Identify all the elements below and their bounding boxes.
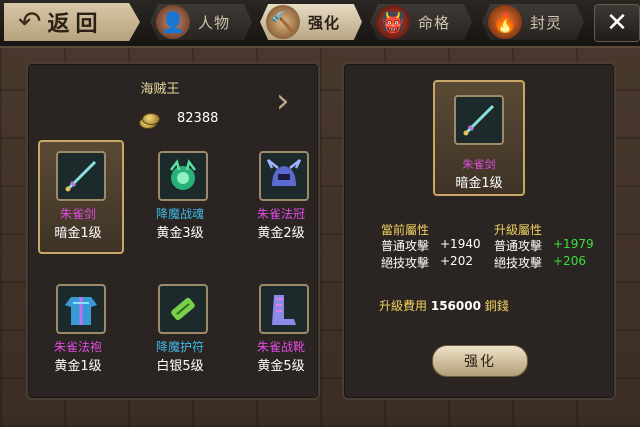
- cost-label: 升級費用: [379, 299, 428, 313]
- item-grade: 暗金1级: [54, 226, 102, 241]
- fire-sword-icon: 🔥: [488, 5, 522, 39]
- equipment-slot[interactable]: 朱雀战靴 黄金5级: [233, 278, 325, 386]
- item-name: 朱雀剑: [59, 207, 96, 221]
- enhance-button[interactable]: 强化: [432, 345, 528, 377]
- item-grade: 白银5级: [156, 359, 204, 374]
- equipment-slot[interactable]: 降魔战魂 黄金3级: [132, 145, 224, 253]
- close-icon: ✕: [606, 8, 628, 38]
- sword-icon: [56, 151, 106, 201]
- robe-icon: [56, 284, 106, 334]
- selected-item-grade: 暗金1级: [455, 176, 503, 191]
- enhance-button-label: 强化: [464, 354, 496, 370]
- item-name: 朱雀法冠: [256, 207, 305, 221]
- selected-item-name: 朱雀剑: [462, 158, 496, 171]
- tab-seal-spirit[interactable]: 🔥 封灵: [482, 4, 584, 40]
- item-grade: 黄金2级: [257, 226, 305, 241]
- player-name: 海贼王: [140, 82, 180, 97]
- tab-label: 强化: [308, 13, 341, 32]
- close-button[interactable]: ✕: [594, 4, 640, 42]
- next-page-chevron-icon[interactable]: ›: [276, 84, 296, 120]
- tab-enhance[interactable]: 🔨 强化: [260, 4, 362, 40]
- current-attr-value: +202: [440, 254, 473, 268]
- item-name: 朱雀战靴: [256, 340, 305, 354]
- item-grade: 黄金1级: [54, 359, 102, 374]
- boots-icon: [259, 284, 309, 334]
- item-grade: 黄金3级: [156, 226, 204, 241]
- current-attr-header: 當前屬性: [381, 223, 430, 237]
- upgrade-attr-value: +1979: [553, 237, 594, 251]
- equipment-slot[interactable]: 降魔护符 白银5级: [132, 278, 224, 386]
- equipment-slot[interactable]: 朱雀法冠 黄金2级: [233, 145, 325, 253]
- tab-character[interactable]: 👤 人物: [150, 4, 252, 40]
- cost-value: 156000: [430, 299, 481, 313]
- tab-destiny[interactable]: 👹 命格: [370, 4, 472, 40]
- tab-label: 封灵: [530, 13, 563, 32]
- equipment-slot[interactable]: 朱雀剑 暗金1级: [30, 140, 124, 254]
- upgrade-attr-value: +206: [553, 254, 586, 268]
- selected-item-card: 朱雀剑 暗金1级: [433, 80, 525, 196]
- current-attr-label: 絕技攻擊: [381, 256, 430, 270]
- copper-amount: 82388: [177, 111, 219, 126]
- item-name: 降魔护符: [155, 340, 204, 354]
- item-name: 朱雀法袍: [53, 340, 102, 354]
- current-attr-label: 普通攻擊: [381, 239, 430, 253]
- back-arrow-icon: ↶: [18, 5, 42, 38]
- current-attr-value: +1940: [440, 237, 481, 251]
- top-bar: ↶ 返回 👤 人物 🔨 强化 👹 命格 🔥 封灵 ✕: [0, 0, 640, 48]
- helmet-icon: [259, 151, 309, 201]
- talisman-scroll-icon: [158, 284, 208, 334]
- spirit-orb-icon: [158, 151, 208, 201]
- upgrade-cost: 升級費用 156000 銅錢: [379, 297, 509, 314]
- tab-label: 人物: [198, 13, 231, 32]
- upgrade-attr-header: 升級屬性: [494, 223, 543, 237]
- cost-unit: 銅錢: [484, 299, 509, 313]
- coin-icon: [139, 111, 160, 129]
- demon-face-icon: 👹: [376, 5, 410, 39]
- back-label: 返回: [47, 12, 104, 37]
- upgrade-attr-label: 普通攻擊: [494, 239, 543, 253]
- tab-label: 命格: [418, 13, 451, 32]
- equipment-slot[interactable]: 朱雀法袍 黄金1级: [30, 278, 122, 386]
- back-button[interactable]: ↶ 返回: [4, 3, 140, 41]
- character-portrait-icon: 👤: [156, 5, 190, 39]
- item-grade: 黄金5级: [257, 359, 305, 374]
- upgrade-attr-label: 絕技攻擊: [494, 256, 543, 270]
- item-name: 降魔战魂: [155, 207, 204, 221]
- hammer-icon: 🔨: [266, 5, 300, 39]
- sword-icon: [454, 95, 504, 145]
